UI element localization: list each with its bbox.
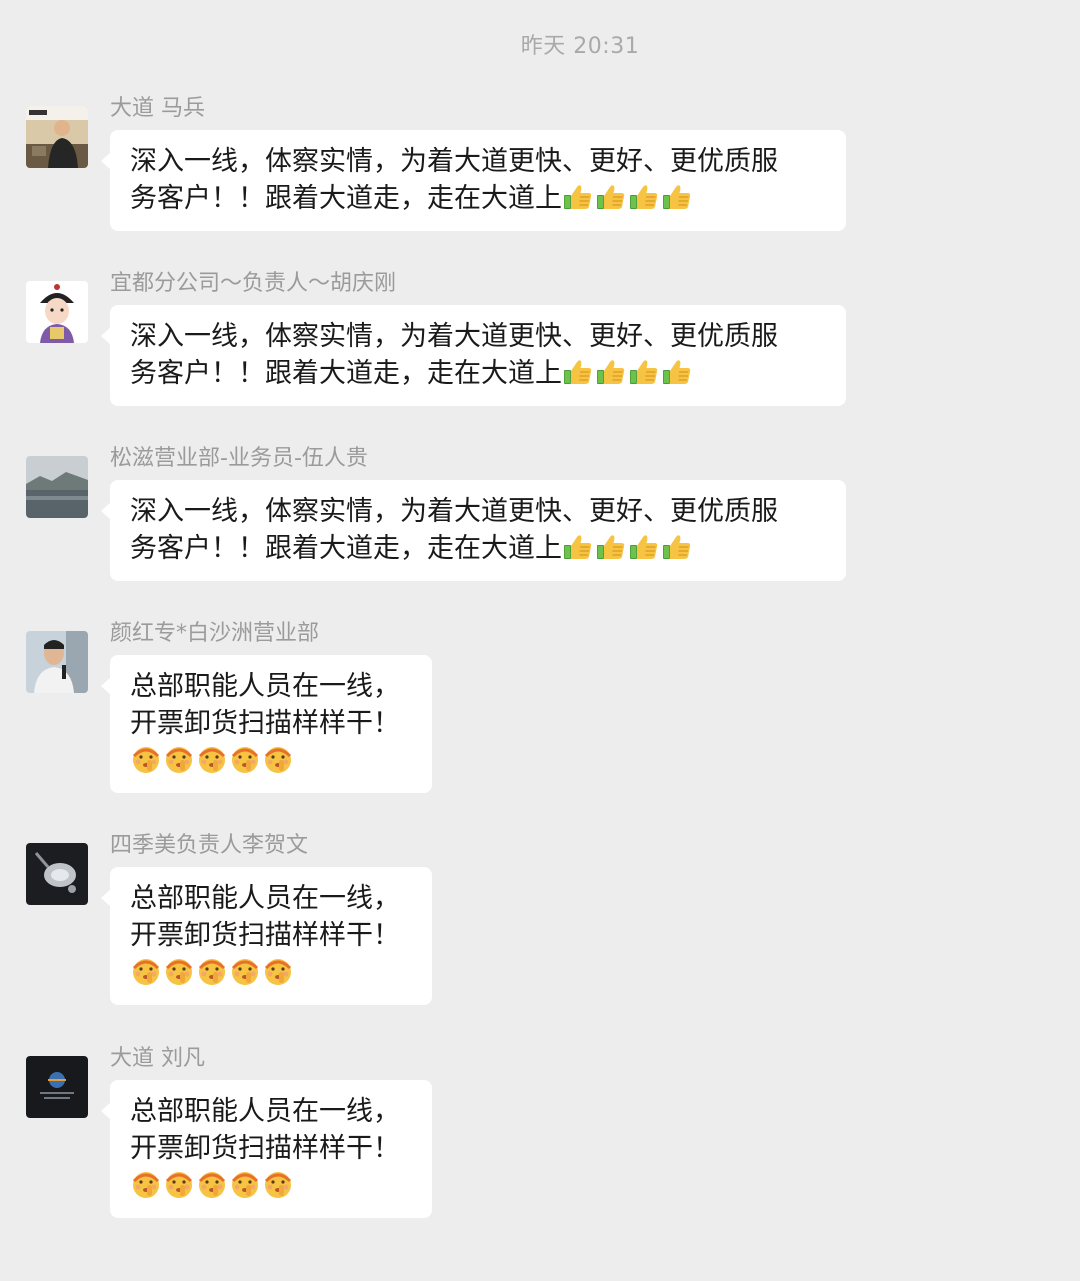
sender-name: 四季美负责人李贺文: [110, 833, 309, 858]
man-with-microphone-avatar[interactable]: [26, 631, 88, 693]
sender-name: 宜都分公司～负责人～胡庆刚: [110, 271, 397, 296]
message-text-line: 务客户！！跟着大道走，走在大道上: [130, 180, 826, 217]
thumbs-up-icon: [595, 531, 627, 563]
message-text-line: 总部职能人员在一线，: [130, 671, 400, 702]
message-text-line: 深入一线，体察实情，为着大道更快、更好、更优质服: [130, 146, 778, 177]
message-bubble[interactable]: 总部职能人员在一线， 开票卸货扫描样样干！: [101, 655, 432, 793]
hushed-face-icon: [229, 1168, 261, 1200]
hushed-face-icon: [262, 743, 294, 775]
sender-name: 大道 马兵: [110, 96, 205, 121]
thumbs-up-icon: [562, 531, 594, 563]
hushed-face-icon: [163, 1168, 195, 1200]
hushed-face-icon: [229, 955, 261, 987]
message-bubble[interactable]: 总部职能人员在一线， 开票卸货扫描样样干！: [101, 1080, 432, 1218]
message-text-line: 务客户！！跟着大道走，走在大道上: [130, 530, 826, 567]
hushed-face-icon: [196, 955, 228, 987]
emoji-line: [130, 742, 412, 779]
hushed-face-icon: [229, 743, 261, 775]
thumbs-up-icon: [595, 356, 627, 388]
thumbs-up-icon: [562, 181, 594, 213]
hushed-face-icon: [196, 743, 228, 775]
hushed-face-icon: [130, 955, 162, 987]
message-text-line: 开票卸货扫描样样干！: [130, 920, 400, 951]
sender-name: 松滋营业部-业务员-伍人贵: [110, 446, 368, 471]
emoji-line: [130, 954, 412, 991]
sender-name: 颜红专*白沙洲营业部: [110, 621, 320, 646]
thumbs-up-icon: [661, 531, 693, 563]
thumbs-up-icon: [661, 356, 693, 388]
message-text-line: 深入一线，体察实情，为着大道更快、更好、更优质服: [130, 496, 778, 527]
hushed-face-icon: [262, 955, 294, 987]
thumbs-up-icon: [628, 356, 660, 388]
sender-name: 大道 刘凡: [110, 1046, 205, 1071]
lake-landscape-avatar[interactable]: [26, 456, 88, 518]
hushed-face-icon: [130, 1168, 162, 1200]
emoji-line: [130, 1167, 412, 1204]
man-at-desk-photo-avatar[interactable]: [26, 106, 88, 168]
thumbs-up-icon: [661, 181, 693, 213]
thumbs-up-icon: [628, 531, 660, 563]
message-text-line: 总部职能人员在一线，: [130, 1096, 400, 1127]
thumbs-up-icon: [595, 181, 627, 213]
message-text-line: 总部职能人员在一线，: [130, 883, 400, 914]
dark-logo-avatar[interactable]: [26, 1056, 88, 1118]
message-text-line: 务客户！！跟着大道走，走在大道上: [130, 355, 826, 392]
thumbs-up-icon: [562, 356, 594, 388]
message-bubble[interactable]: 总部职能人员在一线， 开票卸货扫描样样干！: [101, 867, 432, 1005]
message-bubble[interactable]: 深入一线，体察实情，为着大道更快、更好、更优质服 务客户！！跟着大道走，走在大道…: [101, 305, 846, 406]
message-text-line: 深入一线，体察实情，为着大道更快、更好、更优质服: [130, 321, 778, 352]
hushed-face-icon: [163, 743, 195, 775]
hushed-face-icon: [262, 1168, 294, 1200]
hushed-face-icon: [196, 1168, 228, 1200]
thumbs-up-icon: [628, 181, 660, 213]
hushed-face-icon: [163, 955, 195, 987]
message-text-line: 开票卸货扫描样样干！: [130, 1133, 400, 1164]
cartoon-official-avatar[interactable]: [26, 281, 88, 343]
chat-timestamp: 昨天 20:31: [520, 34, 640, 59]
hushed-face-icon: [130, 743, 162, 775]
message-text-line: 开票卸货扫描样样干！: [130, 708, 400, 739]
message-bubble[interactable]: 深入一线，体察实情，为着大道更快、更好、更优质服 务客户！！跟着大道走，走在大道…: [101, 130, 846, 231]
silver-ornament-avatar[interactable]: [26, 843, 88, 905]
message-bubble[interactable]: 深入一线，体察实情，为着大道更快、更好、更优质服 务客户！！跟着大道走，走在大道…: [101, 480, 846, 581]
